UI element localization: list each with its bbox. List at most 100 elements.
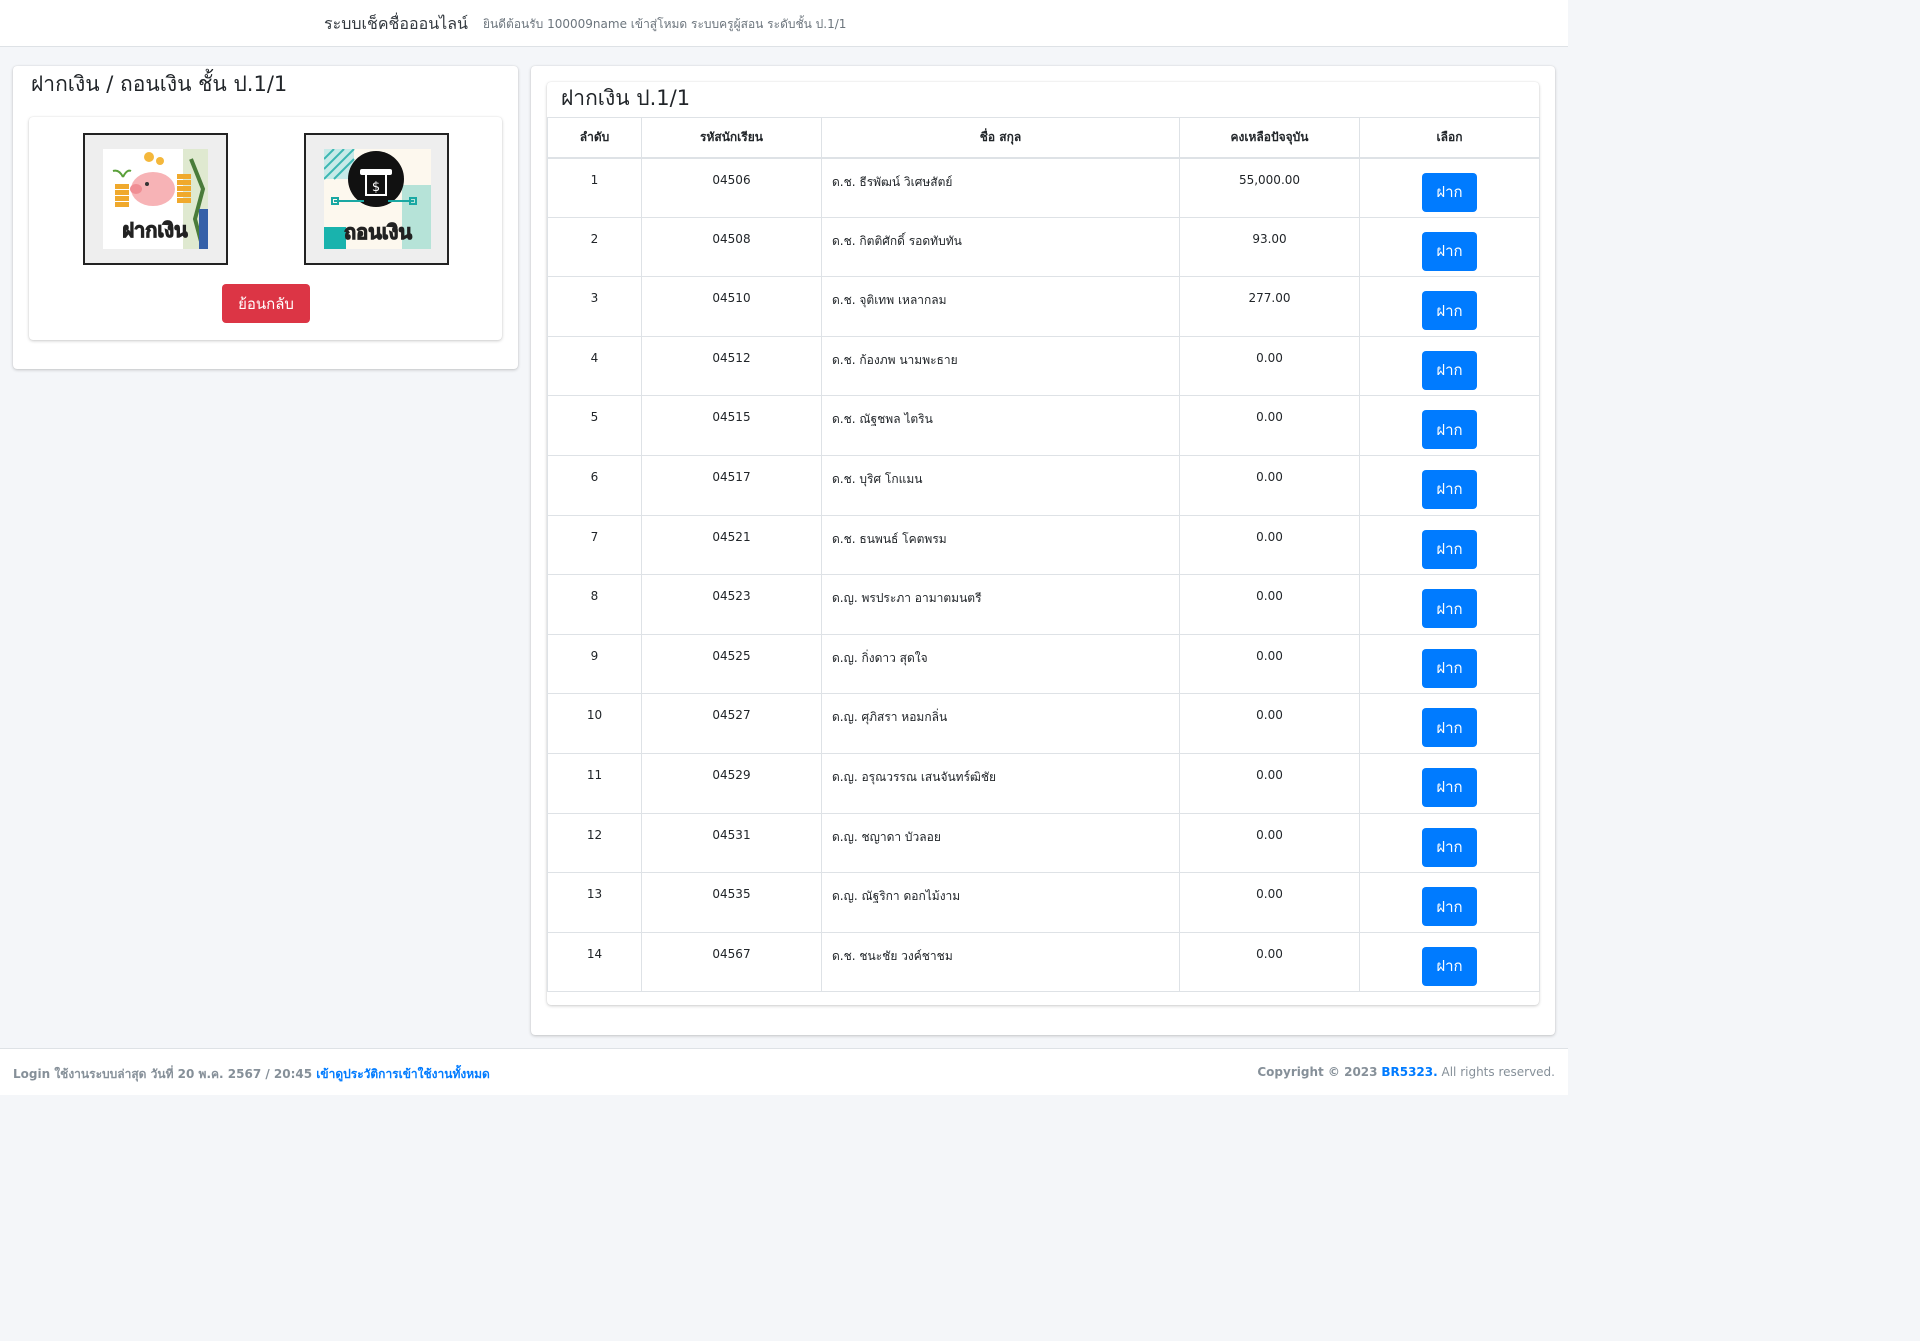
cell-name: ด.ช. ธนพนธ์ โคตพรม [821, 514, 1180, 576]
student-table: ลำดับ รหัสนักเรียน ชื่อ สกุล คงเหลือปัจจ… [547, 117, 1540, 993]
cell-student-id: 04567 [641, 931, 822, 993]
table-row: 9 04525 ด.ญ. กิ่งดาว สุดใจ 0.00 ฝาก [547, 633, 1540, 695]
header-name: ชื่อ สกุล [821, 117, 1180, 159]
cell-name: ด.ญ. กิ่งดาว สุดใจ [821, 633, 1180, 695]
table-row: 14 04567 ด.ช. ชนะชัย วงค์ชาชม 0.00 ฝาก [547, 931, 1540, 993]
page-title: ฝากเงิน / ถอนเงิน ชั้น ป.1/1 [31, 72, 288, 96]
deposit-button[interactable]: ฝาก [1422, 589, 1477, 629]
cell-student-id: 04531 [641, 812, 822, 874]
svg-text:ฝากเงิน: ฝากเงิน [122, 218, 188, 242]
cell-balance: 0.00 [1179, 872, 1360, 933]
copyright-prefix: Copyright © 2023 [1257, 1065, 1378, 1079]
brand-title[interactable]: ระบบเช็คชื่อออนไลน์ [324, 12, 468, 37]
deposit-button[interactable]: ฝาก [1422, 946, 1477, 986]
cell-student-id: 04508 [641, 216, 822, 278]
cell-student-id: 04529 [641, 752, 822, 814]
back-button[interactable]: ย้อนกลับ [222, 284, 310, 323]
table-row: 2 04508 ด.ช. กิตติศักดิ์ รอดทับทัน 93.00… [547, 216, 1540, 278]
cell-no: 3 [547, 276, 642, 337]
login-history-link[interactable]: เข้าดูประวัติการเข้าใช้งานทั้งหมด [316, 1067, 490, 1081]
cell-name: ด.ช. ณัฐชพล ไตริน [821, 395, 1180, 456]
table-row: 10 04527 ด.ญ. ศุภิสรา หอมกลิ่น 0.00 ฝาก [547, 693, 1540, 754]
cell-action: ฝาก [1359, 276, 1540, 337]
cell-name: ด.ญ. ศุภิสรา หอมกลิ่น [821, 693, 1180, 754]
cell-no: 14 [547, 931, 642, 993]
deposit-button[interactable]: ฝาก [1422, 291, 1477, 331]
cell-name: ด.ญ. ชญาดา บัวลอย [821, 812, 1180, 874]
deposit-button[interactable]: ฝาก [1422, 231, 1477, 271]
cell-name: ด.ญ. ณัฐริกา ดอกไม้งาม [821, 872, 1180, 933]
cell-no: 12 [547, 812, 642, 874]
student-table-panel: ฝากเงิน ป.1/1 ลำดับ รหัสนักเรียน ชื่อ สก… [547, 82, 1540, 1005]
cell-name: ด.ช. ชนะชัย วงค์ชาชม [821, 931, 1180, 993]
cell-name: ด.ญ. อรุณวรรณ เสนจันทร์ฒิชัย [821, 752, 1180, 814]
deposit-button[interactable]: ฝาก [1422, 410, 1477, 450]
deposit-button[interactable]: ฝาก [1422, 469, 1477, 509]
withdraw-tile[interactable]: $ ถอนเงิน [304, 133, 449, 265]
cell-balance: 93.00 [1179, 216, 1360, 278]
cell-balance: 0.00 [1179, 633, 1360, 695]
cell-no: 10 [547, 693, 642, 754]
cell-balance: 0.00 [1179, 574, 1360, 635]
cell-name: ด.ช. ก้องภพ นามพะธาย [821, 335, 1180, 397]
cell-action: ฝาก [1359, 633, 1540, 695]
cell-no: 7 [547, 514, 642, 576]
cell-action: ฝาก [1359, 395, 1540, 456]
page-footer: Login ใช้งานระบบล่าสุด วันที่ 20 พ.ค. 25… [0, 1048, 1568, 1095]
deposit-withdraw-card: ฝากเงิน / ถอนเงิน ชั้น ป.1/1 ฝากเงิน $ ถ… [13, 66, 518, 369]
cell-student-id: 04517 [641, 454, 822, 516]
deposit-button[interactable]: ฝาก [1422, 648, 1477, 688]
table-row: 6 04517 ด.ช. บุริศ โกแมน 0.00 ฝาก [547, 454, 1540, 516]
cell-student-id: 04506 [641, 157, 822, 218]
cell-no: 2 [547, 216, 642, 278]
cell-student-id: 04523 [641, 574, 822, 635]
atm-withdraw-icon: $ ถอนเงิน [324, 149, 431, 249]
cell-action: ฝาก [1359, 454, 1540, 516]
deposit-button[interactable]: ฝาก [1422, 529, 1477, 569]
cell-name: ด.ช. จุติเทพ เหลากลม [821, 276, 1180, 337]
cell-student-id: 04512 [641, 335, 822, 397]
copyright: Copyright © 2023 BR5323. All rights rese… [1257, 1065, 1555, 1079]
cell-action: ฝาก [1359, 693, 1540, 754]
cell-balance: 0.00 [1179, 395, 1360, 456]
cell-action: ฝาก [1359, 157, 1540, 218]
welcome-text: ยินดีต้อนรับ 100009name เข้าสู่โหมด ระบบ… [483, 17, 847, 31]
student-list-card: ฝากเงิน ป.1/1 ลำดับ รหัสนักเรียน ชื่อ สก… [531, 66, 1555, 1035]
cell-balance: 0.00 [1179, 693, 1360, 754]
deposit-button[interactable]: ฝาก [1422, 827, 1477, 867]
deposit-button[interactable]: ฝาก [1422, 172, 1477, 212]
table-row: 7 04521 ด.ช. ธนพนธ์ โคตพรม 0.00 ฝาก [547, 514, 1540, 576]
table-row: 12 04531 ด.ญ. ชญาดา บัวลอย 0.00 ฝาก [547, 812, 1540, 874]
deposit-button[interactable]: ฝาก [1422, 708, 1477, 748]
cell-name: ด.ช. ธีรพัฒน์ วิเศษสัตย์ [821, 157, 1180, 218]
deposit-button[interactable]: ฝาก [1422, 350, 1477, 390]
cell-action: ฝาก [1359, 574, 1540, 635]
cell-student-id: 04515 [641, 395, 822, 456]
cell-balance: 0.00 [1179, 812, 1360, 874]
table-title: ฝากเงิน ป.1/1 [561, 86, 691, 110]
cell-name: ด.ญ. พรประภา อามาตมนตรี [821, 574, 1180, 635]
cell-no: 5 [547, 395, 642, 456]
cell-action: ฝาก [1359, 514, 1540, 576]
svg-text:ถอนเงิน: ถอนเงิน [344, 220, 412, 244]
svg-text:$: $ [372, 180, 380, 195]
cell-balance: 0.00 [1179, 454, 1360, 516]
cell-student-id: 04535 [641, 872, 822, 933]
cell-balance: 0.00 [1179, 931, 1360, 993]
cell-balance: 0.00 [1179, 752, 1360, 814]
deposit-button[interactable]: ฝาก [1422, 887, 1477, 927]
deposit-tile[interactable]: ฝากเงิน [83, 133, 228, 265]
cell-student-id: 04510 [641, 276, 822, 337]
cell-no: 11 [547, 752, 642, 814]
cell-name: ด.ช. บุริศ โกแมน [821, 454, 1180, 516]
header-no: ลำดับ [547, 117, 642, 159]
action-tiles-panel: ฝากเงิน $ ถอนเงิน ย้อนกลับ [29, 117, 502, 340]
table-row: 11 04529 ด.ญ. อรุณวรรณ เสนจันทร์ฒิชัย 0.… [547, 752, 1540, 814]
cell-balance: 0.00 [1179, 335, 1360, 397]
deposit-button[interactable]: ฝาก [1422, 767, 1477, 807]
cell-student-id: 04527 [641, 693, 822, 754]
last-login-info: Login ใช้งานระบบล่าสุด วันที่ 20 พ.ค. 25… [13, 1065, 490, 1084]
table-row: 5 04515 ด.ช. ณัฐชพล ไตริน 0.00 ฝาก [547, 395, 1540, 456]
copyright-brand-link[interactable]: BR5323. [1381, 1065, 1437, 1079]
table-row: 13 04535 ด.ญ. ณัฐริกา ดอกไม้งาม 0.00 ฝาก [547, 872, 1540, 933]
